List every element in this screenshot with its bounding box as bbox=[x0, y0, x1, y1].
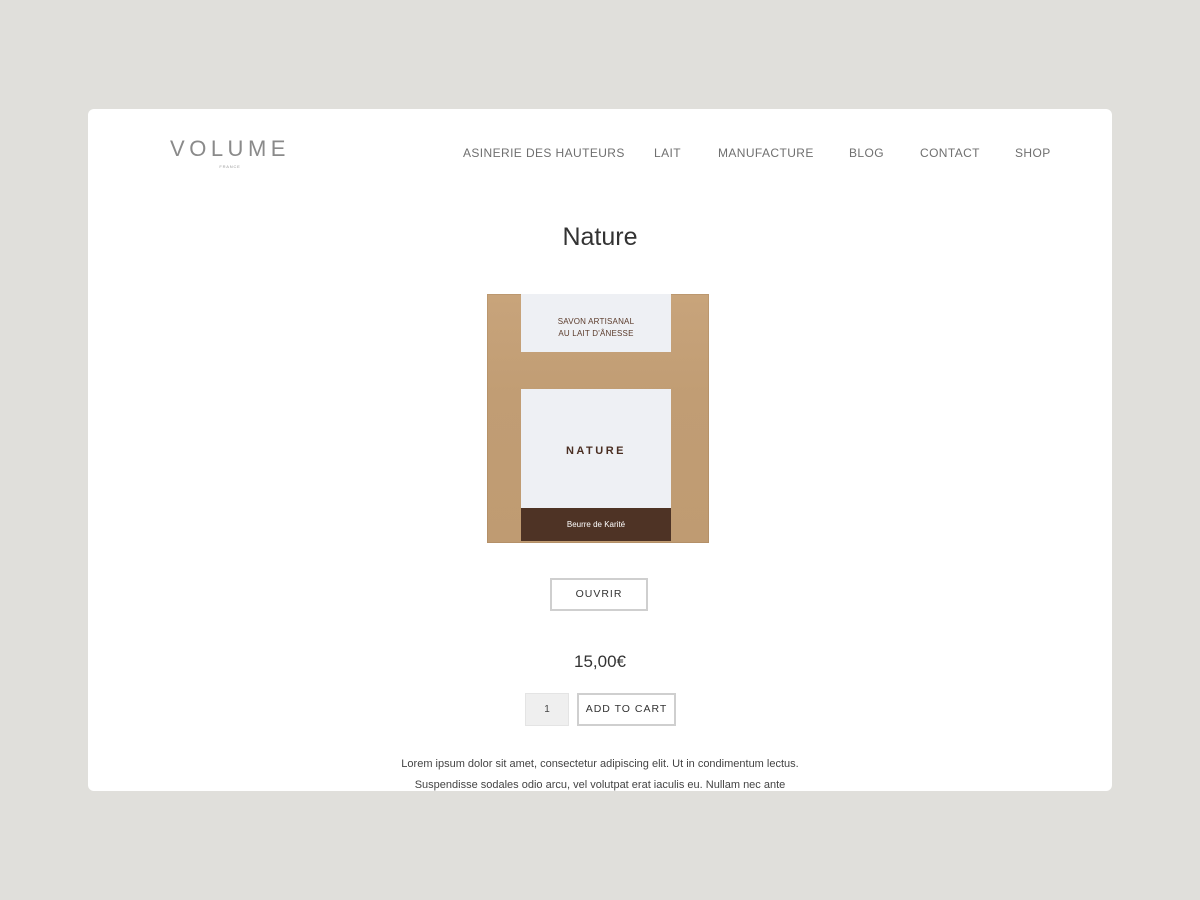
logo-wordmark: VOLUME bbox=[170, 136, 290, 161]
box-top-label-text: SAVON ARTISANAL AU LAIT D'ÂNESSE bbox=[521, 294, 671, 340]
soap-box: SAVON ARTISANAL AU LAIT D'ÂNESSE NATURE … bbox=[487, 294, 709, 543]
box-top-label-line2: AU LAIT D'ÂNESSE bbox=[558, 329, 634, 338]
product-description-line2: Suspendisse sodales odio arcu, vel volut… bbox=[414, 779, 786, 791]
nav-item-asinerie[interactable]: ASINERIE DES HAUTEURS bbox=[463, 146, 625, 160]
quantity-input[interactable]: 1 bbox=[525, 693, 569, 726]
nav-item-manufacture[interactable]: MANUFACTURE bbox=[718, 146, 814, 160]
product-description: Lorem ipsum dolor sit amet, consectetur … bbox=[88, 754, 1112, 791]
page-card: VOLUME FRANCE ASINERIE DES HAUTEURS LAIT… bbox=[88, 109, 1112, 791]
add-to-cart-button[interactable]: ADD TO CART bbox=[577, 693, 676, 726]
product-price: 15,00€ bbox=[574, 652, 626, 671]
logo-subtitle: FRANCE bbox=[219, 164, 241, 169]
logo[interactable]: VOLUME FRANCE bbox=[165, 137, 295, 170]
box-main-label-band: Beurre de Karité bbox=[521, 508, 671, 541]
box-top-label: SAVON ARTISANAL AU LAIT D'ÂNESSE bbox=[521, 294, 671, 352]
nav-item-blog[interactable]: BLOG bbox=[849, 146, 884, 160]
nav-item-contact[interactable]: CONTACT bbox=[920, 146, 980, 160]
box-main-label-name: NATURE bbox=[565, 445, 626, 457]
product-title: Nature bbox=[562, 223, 638, 251]
nav-item-lait[interactable]: LAIT bbox=[654, 146, 681, 160]
product-description-line1: Lorem ipsum dolor sit amet, consectetur … bbox=[401, 758, 799, 770]
open-button[interactable]: OUVRIR bbox=[550, 578, 648, 611]
box-top-label-line1: SAVON ARTISANAL bbox=[557, 317, 635, 326]
product-image[interactable]: SAVON ARTISANAL AU LAIT D'ÂNESSE NATURE … bbox=[487, 294, 709, 543]
nav-item-shop[interactable]: SHOP bbox=[1015, 146, 1051, 160]
box-main-label: NATURE Beurre de Karité bbox=[521, 389, 671, 541]
